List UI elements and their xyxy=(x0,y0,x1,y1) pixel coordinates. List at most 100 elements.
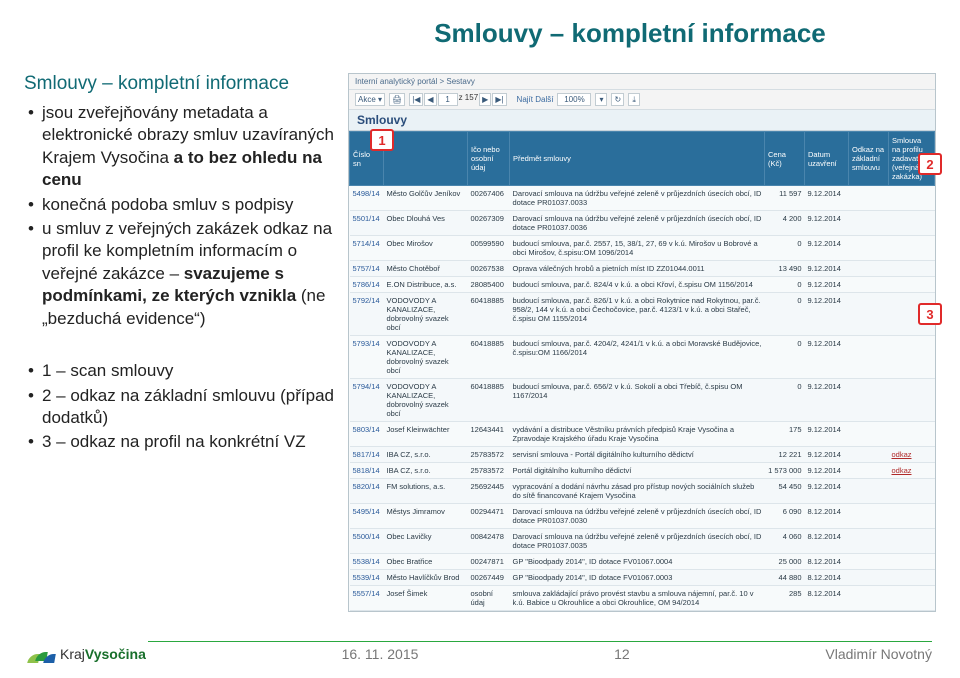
pager-next[interactable]: ▶ xyxy=(479,93,491,106)
col-party[interactable] xyxy=(384,132,468,186)
report-section-title: Smlouvy xyxy=(349,110,935,131)
table-cell: Městys Jimramov xyxy=(384,504,468,529)
table-cell: odkaz xyxy=(889,447,935,463)
table-cell: 8.12.2014 xyxy=(805,504,849,529)
contract-number-link[interactable]: 5794/14 xyxy=(350,379,384,422)
callout-marker-2: 2 xyxy=(918,153,942,175)
table-cell: 8.12.2014 xyxy=(805,570,849,586)
profile-link[interactable]: odkaz xyxy=(892,450,912,459)
table-cell: VODOVODY A KANALIZACE, dobrovolný svazek… xyxy=(384,379,468,422)
table-row[interactable]: 5714/14Obec Mirošov00599590budoucí smlou… xyxy=(350,236,935,261)
table-cell: Obec Dlouhá Ves xyxy=(384,211,468,236)
contract-number-link[interactable]: 5501/14 xyxy=(350,211,384,236)
contract-number-link[interactable]: 5818/14 xyxy=(350,463,384,479)
table-cell: GP "Bioodpady 2014", ID dotace FV01067.0… xyxy=(510,570,765,586)
contract-number-link[interactable]: 5757/14 xyxy=(350,261,384,277)
refresh-button[interactable]: ↻ xyxy=(611,93,624,106)
callout-marker-1: 1 xyxy=(370,129,394,151)
table-cell: Darovací smlouva na údržbu veřejné zelen… xyxy=(510,186,765,211)
contract-number-link[interactable]: 5495/14 xyxy=(350,504,384,529)
table-row[interactable]: 5820/14FM solutions, a.s.25692445vypraco… xyxy=(350,479,935,504)
table-cell xyxy=(849,293,889,336)
contract-number-link[interactable]: 5500/14 xyxy=(350,529,384,554)
profile-link[interactable]: odkaz xyxy=(892,466,912,475)
table-cell: Město Chotěboř xyxy=(384,261,468,277)
table-cell xyxy=(849,586,889,611)
table-cell: E.ON Distribuce, a.s. xyxy=(384,277,468,293)
contract-number-link[interactable]: 5793/14 xyxy=(350,336,384,379)
table-row[interactable]: 5817/14IBA CZ, s.r.o.25783572servisní sm… xyxy=(350,447,935,463)
contract-number-link[interactable]: 5557/14 xyxy=(350,586,384,611)
table-row[interactable]: 5757/14Město Chotěboř00267538Oprava vále… xyxy=(350,261,935,277)
print-button[interactable]: 🖨 xyxy=(389,93,405,106)
table-row[interactable]: 5539/14Město Havlíčkův Brod00267449GP "B… xyxy=(350,570,935,586)
contract-number-link[interactable]: 5539/14 xyxy=(350,570,384,586)
col-subject[interactable]: Předmět smlouvy xyxy=(510,132,765,186)
export-button[interactable]: ⤓ xyxy=(628,93,640,106)
contract-number-link[interactable]: 5498/14 xyxy=(350,186,384,211)
table-cell: 60418885 xyxy=(468,379,510,422)
contract-number-link[interactable]: 5792/14 xyxy=(350,293,384,336)
table-cell: VODOVODY A KANALIZACE, dobrovolný svazek… xyxy=(384,293,468,336)
table-cell xyxy=(889,277,935,293)
table-cell: Obec Bratřice xyxy=(384,554,468,570)
pager-prev[interactable]: ◀ xyxy=(424,93,436,106)
table-cell xyxy=(849,447,889,463)
table-row[interactable]: 5786/14E.ON Distribuce, a.s.28085400budo… xyxy=(350,277,935,293)
contract-number-link[interactable]: 5714/14 xyxy=(350,236,384,261)
table-row[interactable]: 5792/14VODOVODY A KANALIZACE, dobrovolný… xyxy=(350,293,935,336)
table-cell xyxy=(889,186,935,211)
table-cell: 25692445 xyxy=(468,479,510,504)
table-cell: 1 573 000 xyxy=(765,463,805,479)
table-cell: 9.12.2014 xyxy=(805,236,849,261)
table-cell: 12643441 xyxy=(468,422,510,447)
pager-last[interactable]: ▶| xyxy=(492,93,506,106)
pager-current[interactable]: 1 xyxy=(438,93,458,106)
col-date[interactable]: Datum uzavření xyxy=(805,132,849,186)
col-price[interactable]: Cena (Kč) xyxy=(765,132,805,186)
table-cell: odkaz xyxy=(889,463,935,479)
table-row[interactable]: 5538/14Obec Bratřice00247871GP "Bioodpad… xyxy=(350,554,935,570)
slide-title: Smlouvy – kompletní informace xyxy=(24,18,936,49)
zoom-dropdown[interactable]: ▾ xyxy=(595,93,607,106)
table-row[interactable]: 5557/14Josef Šimekosobní údajsmlouva zak… xyxy=(350,586,935,611)
table-cell: 175 xyxy=(765,422,805,447)
col-ico[interactable]: Ičo nebo osobní údaj xyxy=(468,132,510,186)
table-row[interactable]: 5500/14Obec Lavičky00842478Darovací smlo… xyxy=(350,529,935,554)
actions-menu[interactable]: Akce ▾ xyxy=(355,93,385,106)
table-row[interactable]: 5793/14VODOVODY A KANALIZACE, dobrovolný… xyxy=(350,336,935,379)
table-row[interactable]: 5498/14Město Golčův Jeníkov00267406Darov… xyxy=(350,186,935,211)
contract-number-link[interactable]: 5786/14 xyxy=(350,277,384,293)
col-base-link[interactable]: Odkaz na základní smlouvu xyxy=(849,132,889,186)
contract-number-link[interactable]: 5817/14 xyxy=(350,447,384,463)
table-cell: 6 090 xyxy=(765,504,805,529)
table-cell xyxy=(849,261,889,277)
table-cell: 13 490 xyxy=(765,261,805,277)
table-row[interactable]: 5495/14Městys Jimramov00294471Darovací s… xyxy=(350,504,935,529)
find-next-link[interactable]: Najít Další xyxy=(517,95,554,104)
table-cell: vypracování a dodání návrhu zásad pro př… xyxy=(510,479,765,504)
table-cell xyxy=(849,277,889,293)
table-row[interactable]: 5803/14Josef Kleinwächter12643441vydáván… xyxy=(350,422,935,447)
table-cell: Obec Lavičky xyxy=(384,529,468,554)
table-cell: 00294471 xyxy=(468,504,510,529)
callout-marker-3: 3 xyxy=(918,303,942,325)
contract-number-link[interactable]: 5538/14 xyxy=(350,554,384,570)
table-cell: 9.12.2014 xyxy=(805,463,849,479)
contract-number-link[interactable]: 5803/14 xyxy=(350,422,384,447)
table-cell: 00247871 xyxy=(468,554,510,570)
table-cell: Josef Kleinwächter xyxy=(384,422,468,447)
table-cell xyxy=(889,479,935,504)
contract-number-link[interactable]: 5820/14 xyxy=(350,479,384,504)
table-cell: 60418885 xyxy=(468,293,510,336)
table-row[interactable]: 5818/14IBA CZ, s.r.o.25783572Portál digi… xyxy=(350,463,935,479)
table-cell: budoucí smlouva, par.č. 826/1 v k.ú. a o… xyxy=(510,293,765,336)
pager-first[interactable]: |◀ xyxy=(409,93,423,106)
zoom-select[interactable]: 100% xyxy=(557,93,591,106)
table-row[interactable]: 5794/14VODOVODY A KANALIZACE, dobrovolný… xyxy=(350,379,935,422)
bullet-text: konečná podoba smluv s podpisy xyxy=(42,195,293,214)
table-cell: vydávání a distribuce Věstníku právních … xyxy=(510,422,765,447)
analytics-screenshot: Interní analytický portál > Sestavy Akce… xyxy=(348,73,936,612)
table-row[interactable]: 5501/14Obec Dlouhá Ves00267309Darovací s… xyxy=(350,211,935,236)
table-cell: 9.12.2014 xyxy=(805,422,849,447)
